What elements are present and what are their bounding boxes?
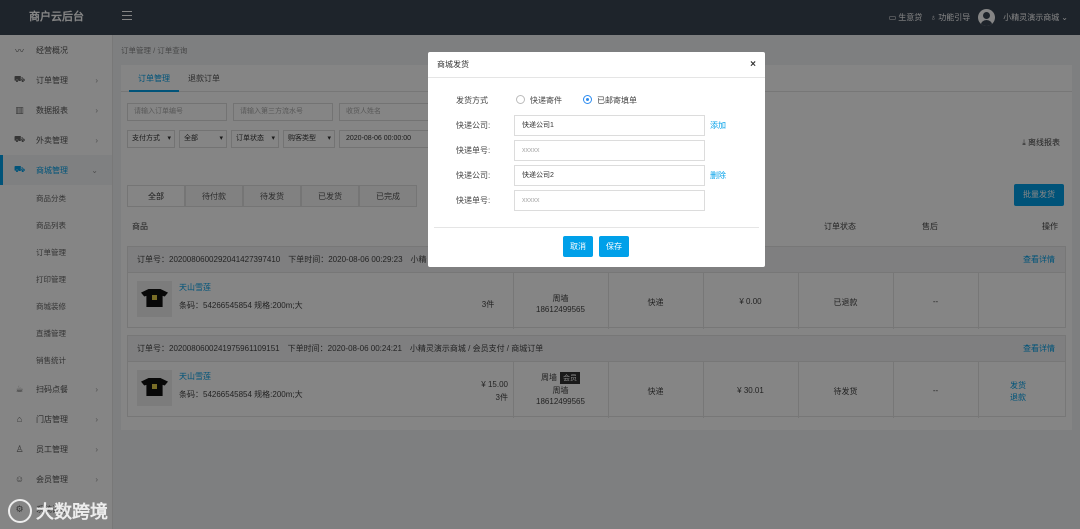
company2-label: 快递公司: [456,171,491,180]
delete-link[interactable]: 删除 [710,170,726,181]
radio-express-label[interactable]: 快递寄件 [530,95,562,106]
company1-field[interactable]: 快递公司1 [514,115,705,136]
company1-label: 快递公司: [456,121,491,130]
dialog-title: 商城发货 [437,60,469,69]
watermark-text: 大数跨境 [36,502,108,522]
dialog-header: 商城发货 × [428,52,765,78]
ship-dialog: 商城发货 × 发货方式 快递寄件 已邮寄填单 快递公司: 快递公司1 添加 快递… [428,52,765,267]
cancel-button[interactable]: 取消 [563,236,593,257]
save-button[interactable]: 保存 [599,236,629,257]
radio-mailed[interactable] [583,95,592,104]
radio-express[interactable] [516,95,525,104]
tracking2-field[interactable]: xxxxx [514,190,705,211]
ship-method-label: 发货方式 [456,96,488,105]
close-icon[interactable]: × [750,52,756,78]
company2-field[interactable]: 快递公司2 [514,165,705,186]
add-link[interactable]: 添加 [710,120,726,131]
watermark-logo-icon [8,499,32,523]
dialog-divider [434,227,759,228]
tracking1-field[interactable]: xxxxx [514,140,705,161]
watermark: 大数跨境 [8,498,108,524]
tracking2-label: 快递单号: [456,196,491,205]
radio-mailed-label[interactable]: 已邮寄填单 [597,95,637,106]
tracking1-label: 快递单号: [456,146,491,155]
